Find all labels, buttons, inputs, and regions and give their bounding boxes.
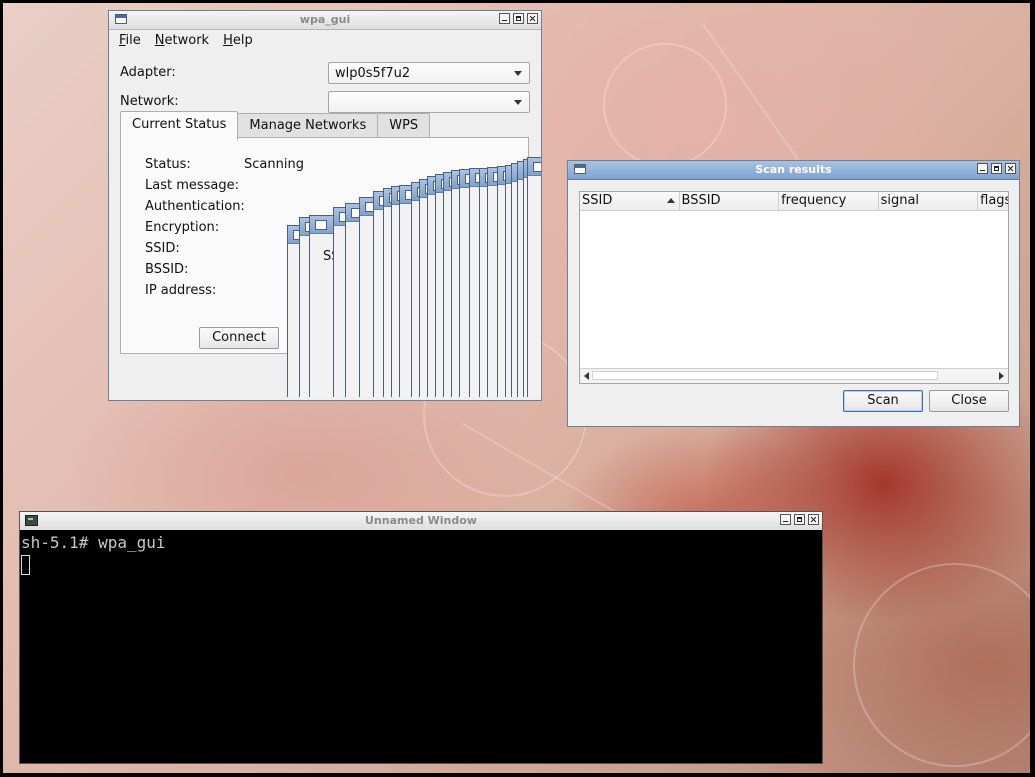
column-header-signal[interactable]: signal (879, 192, 979, 210)
adapter-select[interactable]: wlp0s5f7u2 (328, 62, 530, 84)
maximize-icon[interactable] (991, 163, 1002, 174)
tab-bar: Current Status Manage Networks WPS (120, 111, 431, 140)
chevron-down-icon (514, 100, 522, 105)
minimize-icon[interactable] (977, 163, 988, 174)
scrollbar-thumb[interactable] (592, 371, 938, 380)
authentication-label: Authentication: (145, 199, 245, 214)
terminal-output[interactable]: sh-5.1# wpa_gui (20, 530, 822, 763)
minimize-icon[interactable] (499, 13, 510, 24)
horizontal-scrollbar[interactable] (580, 368, 1008, 383)
tab-manage-networks[interactable]: Manage Networks (237, 113, 379, 140)
close-icon[interactable] (527, 13, 538, 24)
last-message-label: Last message: (145, 178, 240, 193)
window-title: wpa_gui (299, 13, 351, 26)
close-icon[interactable] (808, 514, 819, 525)
ip-address-label: IP address: (145, 283, 217, 298)
network-label: Network: (120, 94, 179, 109)
adapter-label: Adapter: (120, 65, 176, 80)
bssid-label: BSSID: (145, 262, 189, 277)
close-icon[interactable] (1005, 163, 1016, 174)
menu-network[interactable]: Network (155, 33, 209, 48)
adapter-select-value: wlp0s5f7u2 (335, 66, 411, 81)
column-header-ssid[interactable]: SSID (580, 192, 680, 210)
stacked-window-trail: SS (287, 155, 541, 397)
menu-bar: File Network Help (109, 30, 541, 50)
column-header-flags[interactable]: flags (978, 192, 1008, 210)
menu-file[interactable]: File (119, 33, 141, 48)
scan-results-titlebar[interactable]: Scan results (568, 161, 1019, 180)
close-button[interactable]: Close (929, 390, 1009, 412)
wpa-gui-titlebar[interactable]: wpa_gui (109, 11, 541, 30)
text-cursor (21, 555, 30, 575)
window-title: Unnamed Window (365, 514, 477, 527)
minimize-icon[interactable] (780, 514, 791, 525)
scan-results-window: Scan results SSID BSSID frequency signal… (567, 160, 1020, 427)
status-label: Status: (145, 157, 191, 172)
menu-help[interactable]: Help (223, 33, 253, 48)
maximize-icon[interactable] (794, 514, 805, 525)
window-title: Scan results (755, 163, 832, 176)
terminal-window: Unnamed Window sh-5.1# wpa_gui (19, 511, 823, 764)
connect-button[interactable]: Connect (199, 327, 279, 349)
network-select[interactable] (328, 91, 530, 113)
sort-ascending-icon (666, 198, 675, 203)
ssid-label: SSID: (145, 241, 180, 256)
tab-wps[interactable]: WPS (377, 113, 431, 140)
encryption-label: Encryption: (145, 220, 220, 235)
scan-button[interactable]: Scan (843, 390, 923, 412)
table-header: SSID BSSID frequency signal flags (580, 192, 1008, 211)
scroll-right-icon[interactable] (999, 372, 1004, 380)
tab-current-status[interactable]: Current Status (120, 111, 239, 140)
column-header-bssid[interactable]: BSSID (680, 192, 780, 210)
terminal-prompt-line: sh-5.1# wpa_gui (21, 533, 166, 552)
terminal-titlebar[interactable]: Unnamed Window (20, 512, 822, 531)
chevron-down-icon (514, 71, 522, 76)
scroll-left-icon[interactable] (584, 372, 589, 380)
column-header-frequency[interactable]: frequency (779, 192, 879, 210)
maximize-icon[interactable] (513, 13, 524, 24)
scan-results-table[interactable]: SSID BSSID frequency signal flags (579, 191, 1009, 384)
